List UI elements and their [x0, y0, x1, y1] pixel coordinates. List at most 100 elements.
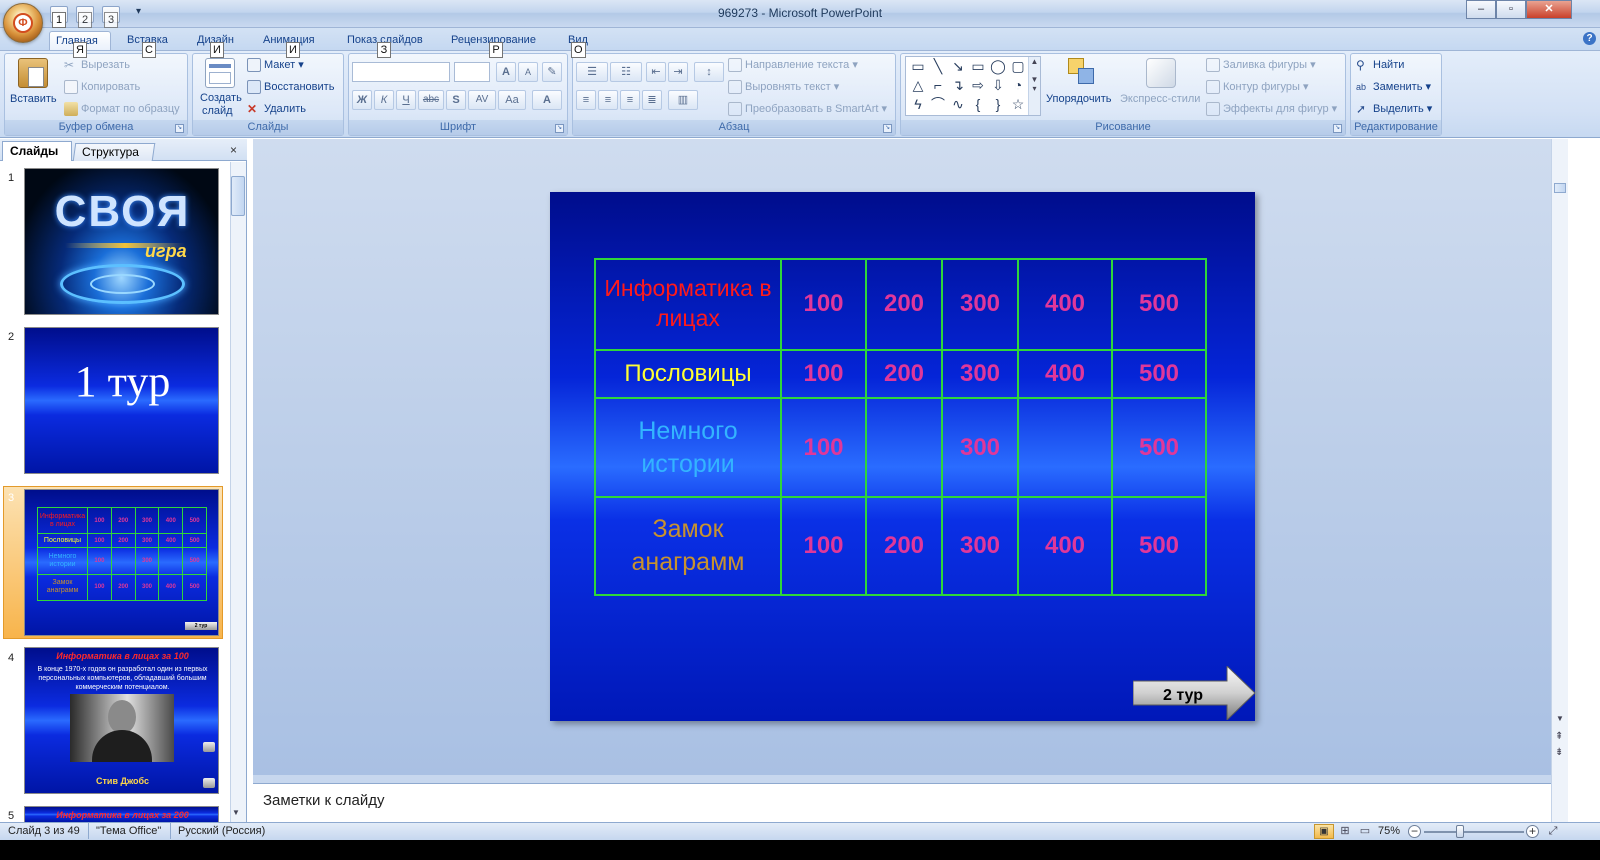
zoom-in-icon[interactable]: +: [1526, 825, 1539, 838]
prev-slide-icon[interactable]: ⇞: [1555, 732, 1563, 742]
notes-placeholder[interactable]: Заметки к слайду: [263, 792, 385, 809]
board-value-cell[interactable]: 200: [865, 258, 943, 351]
close-button[interactable]: ✕: [1526, 0, 1572, 19]
drawing-launcher-icon[interactable]: ↘: [1333, 124, 1342, 133]
board-value-cell[interactable]: 100: [780, 258, 867, 351]
zoom-slider[interactable]: [1424, 831, 1524, 833]
minimize-button[interactable]: –: [1466, 0, 1496, 19]
decrease-indent-icon[interactable]: ⇤: [646, 62, 666, 82]
line-spacing-icon[interactable]: ↕: [694, 62, 724, 82]
triangle-shape-icon[interactable]: △: [908, 77, 928, 95]
shape-outline-button[interactable]: Контур фигуры ▾: [1206, 80, 1309, 95]
board-value-cell[interactable]: 200: [865, 348, 943, 400]
shapes-gallery[interactable]: ▭ ╲ ↘ ▭ ◯ ▢ △ ⌐ ↴ ⇨ ⇩ ◔ ϟ ⌒ ∿ { } ☆ ▲ ▼ ▾: [905, 56, 1041, 116]
left-brace-shape-icon[interactable]: {: [968, 96, 988, 114]
board-value-cell[interactable]: 100: [780, 348, 867, 400]
grow-font-button[interactable]: A: [496, 62, 516, 82]
format-painter-button[interactable]: Формат по образцу: [64, 102, 180, 117]
copy-button[interactable]: Копировать: [64, 80, 140, 95]
board-value-cell[interactable]: 500: [1111, 495, 1207, 597]
right-arrow-shape-icon[interactable]: ⇨: [968, 77, 988, 95]
callout-shape-icon[interactable]: ◔: [1008, 77, 1028, 95]
theme-name[interactable]: "Тема Office": [96, 823, 161, 840]
arrange-button[interactable]: Упорядочить: [1046, 56, 1116, 116]
text-direction-button[interactable]: Направление текста ▾: [728, 58, 858, 73]
normal-view-icon[interactable]: ▣: [1314, 824, 1334, 839]
board-value-cell[interactable]: 300: [941, 495, 1019, 597]
board-value-cell[interactable]: 100: [780, 397, 867, 498]
help-icon[interactable]: ?: [1583, 32, 1596, 45]
shape-effects-button[interactable]: Эффекты для фигур ▾: [1206, 102, 1337, 117]
board-value-cell[interactable]: 400: [1017, 348, 1113, 400]
shadow-button[interactable]: S: [446, 90, 466, 110]
delete-slide-button[interactable]: ✕ Удалить: [247, 102, 306, 116]
slide-thumbnail-1[interactable]: СВОЯ игра: [24, 168, 219, 315]
tab-slides[interactable]: Слайды: [2, 141, 72, 161]
pane-close-icon[interactable]: ×: [230, 143, 237, 157]
qat-customize-button[interactable]: ▾: [136, 6, 141, 17]
shapes-gallery-scroll[interactable]: ▲ ▼ ▾: [1028, 57, 1040, 115]
columns-icon[interactable]: ▥: [668, 90, 698, 110]
smartart-button[interactable]: Преобразовать в SmartArt ▾: [728, 102, 887, 117]
lightning-shape-icon[interactable]: ϟ: [908, 96, 928, 114]
maximize-button[interactable]: ▫: [1496, 0, 1526, 19]
language-indicator[interactable]: Русский (Россия): [178, 823, 265, 840]
font-name-combo[interactable]: [352, 62, 450, 82]
elbow-arrow-shape-icon[interactable]: ↴: [948, 77, 968, 95]
align-left-icon[interactable]: ≡: [576, 90, 596, 110]
board-value-cell[interactable]: 400: [1017, 258, 1113, 351]
next-round-arrow-button[interactable]: 2 тур: [1133, 666, 1255, 720]
oval-shape-icon[interactable]: ◯: [988, 58, 1008, 76]
slide-sorter-icon[interactable]: ⊞: [1336, 824, 1354, 839]
font-size-combo[interactable]: [454, 62, 490, 82]
fit-to-window-icon[interactable]: ⤢: [1546, 824, 1560, 838]
main-scroll-down-icon[interactable]: ▼: [1556, 714, 1564, 723]
elbow-shape-icon[interactable]: ⌐: [928, 77, 948, 95]
increase-indent-icon[interactable]: ⇥: [668, 62, 688, 82]
bullets-icon[interactable]: ☰: [576, 62, 608, 82]
star-shape-icon[interactable]: ☆: [1008, 96, 1028, 114]
line-shape-icon[interactable]: ╲: [928, 58, 948, 76]
quick-styles-button[interactable]: Экспресс-стили: [1118, 56, 1202, 116]
zoom-out-icon[interactable]: −: [1408, 825, 1421, 838]
textbox-shape-icon[interactable]: ▭: [908, 58, 928, 76]
underline-button[interactable]: Ч: [396, 90, 416, 110]
zoom-level[interactable]: 75%: [1378, 823, 1400, 840]
board-value-cell[interactable]: 300: [941, 348, 1019, 400]
paste-button[interactable]: Вставить: [10, 56, 57, 118]
italic-button[interactable]: К: [374, 90, 394, 110]
align-right-icon[interactable]: ≡: [620, 90, 640, 110]
char-spacing-button[interactable]: AV: [468, 90, 496, 110]
clear-format-icon[interactable]: ✎: [542, 62, 562, 82]
font-color-button[interactable]: A: [532, 90, 562, 110]
notes-splitter[interactable]: [253, 775, 1551, 783]
board-value-cell[interactable]: 300: [941, 258, 1019, 351]
rectangle-shape-icon[interactable]: ▭: [968, 58, 988, 76]
replace-button[interactable]: ab Заменить ▾: [1356, 80, 1431, 94]
pane-scroll-down-icon[interactable]: ▼: [232, 808, 240, 817]
clipboard-launcher-icon[interactable]: ↘: [175, 124, 184, 133]
slide-thumbnail-2[interactable]: 1 тур: [24, 327, 219, 474]
curve-shape-icon[interactable]: ∿: [948, 96, 968, 114]
next-slide-icon[interactable]: ⇟: [1555, 748, 1563, 758]
slideshow-view-icon[interactable]: ▭: [1356, 824, 1374, 839]
font-launcher-icon[interactable]: ↘: [555, 124, 564, 133]
align-text-button[interactable]: Выровнять текст ▾: [728, 80, 839, 95]
change-case-button[interactable]: Aa: [498, 90, 526, 110]
board-value-cell[interactable]: 500: [1111, 258, 1207, 351]
board-value-cell[interactable]: 300: [941, 397, 1019, 498]
select-button[interactable]: ➚ Выделить ▾: [1356, 102, 1432, 116]
slides-pane-scroll-thumb[interactable]: [231, 176, 245, 216]
slides-pane-scrollbar[interactable]: [230, 162, 246, 822]
zoom-slider-thumb[interactable]: [1456, 825, 1465, 838]
slide-thumbnail-4[interactable]: Информатика в лицах за 100 В конце 1970-…: [24, 647, 219, 794]
numbering-icon[interactable]: ☷: [610, 62, 642, 82]
paragraph-launcher-icon[interactable]: ↘: [883, 124, 892, 133]
layout-button[interactable]: Макет ▾: [247, 58, 304, 73]
align-center-icon[interactable]: ≡: [598, 90, 618, 110]
arrow-line-shape-icon[interactable]: ↘: [948, 58, 968, 76]
reset-button[interactable]: Восстановить: [247, 80, 334, 95]
office-button[interactable]: Ф: [3, 3, 43, 43]
board-value-cell[interactable]: 400: [1017, 495, 1113, 597]
shape-fill-button[interactable]: Заливка фигуры ▾: [1206, 58, 1316, 73]
